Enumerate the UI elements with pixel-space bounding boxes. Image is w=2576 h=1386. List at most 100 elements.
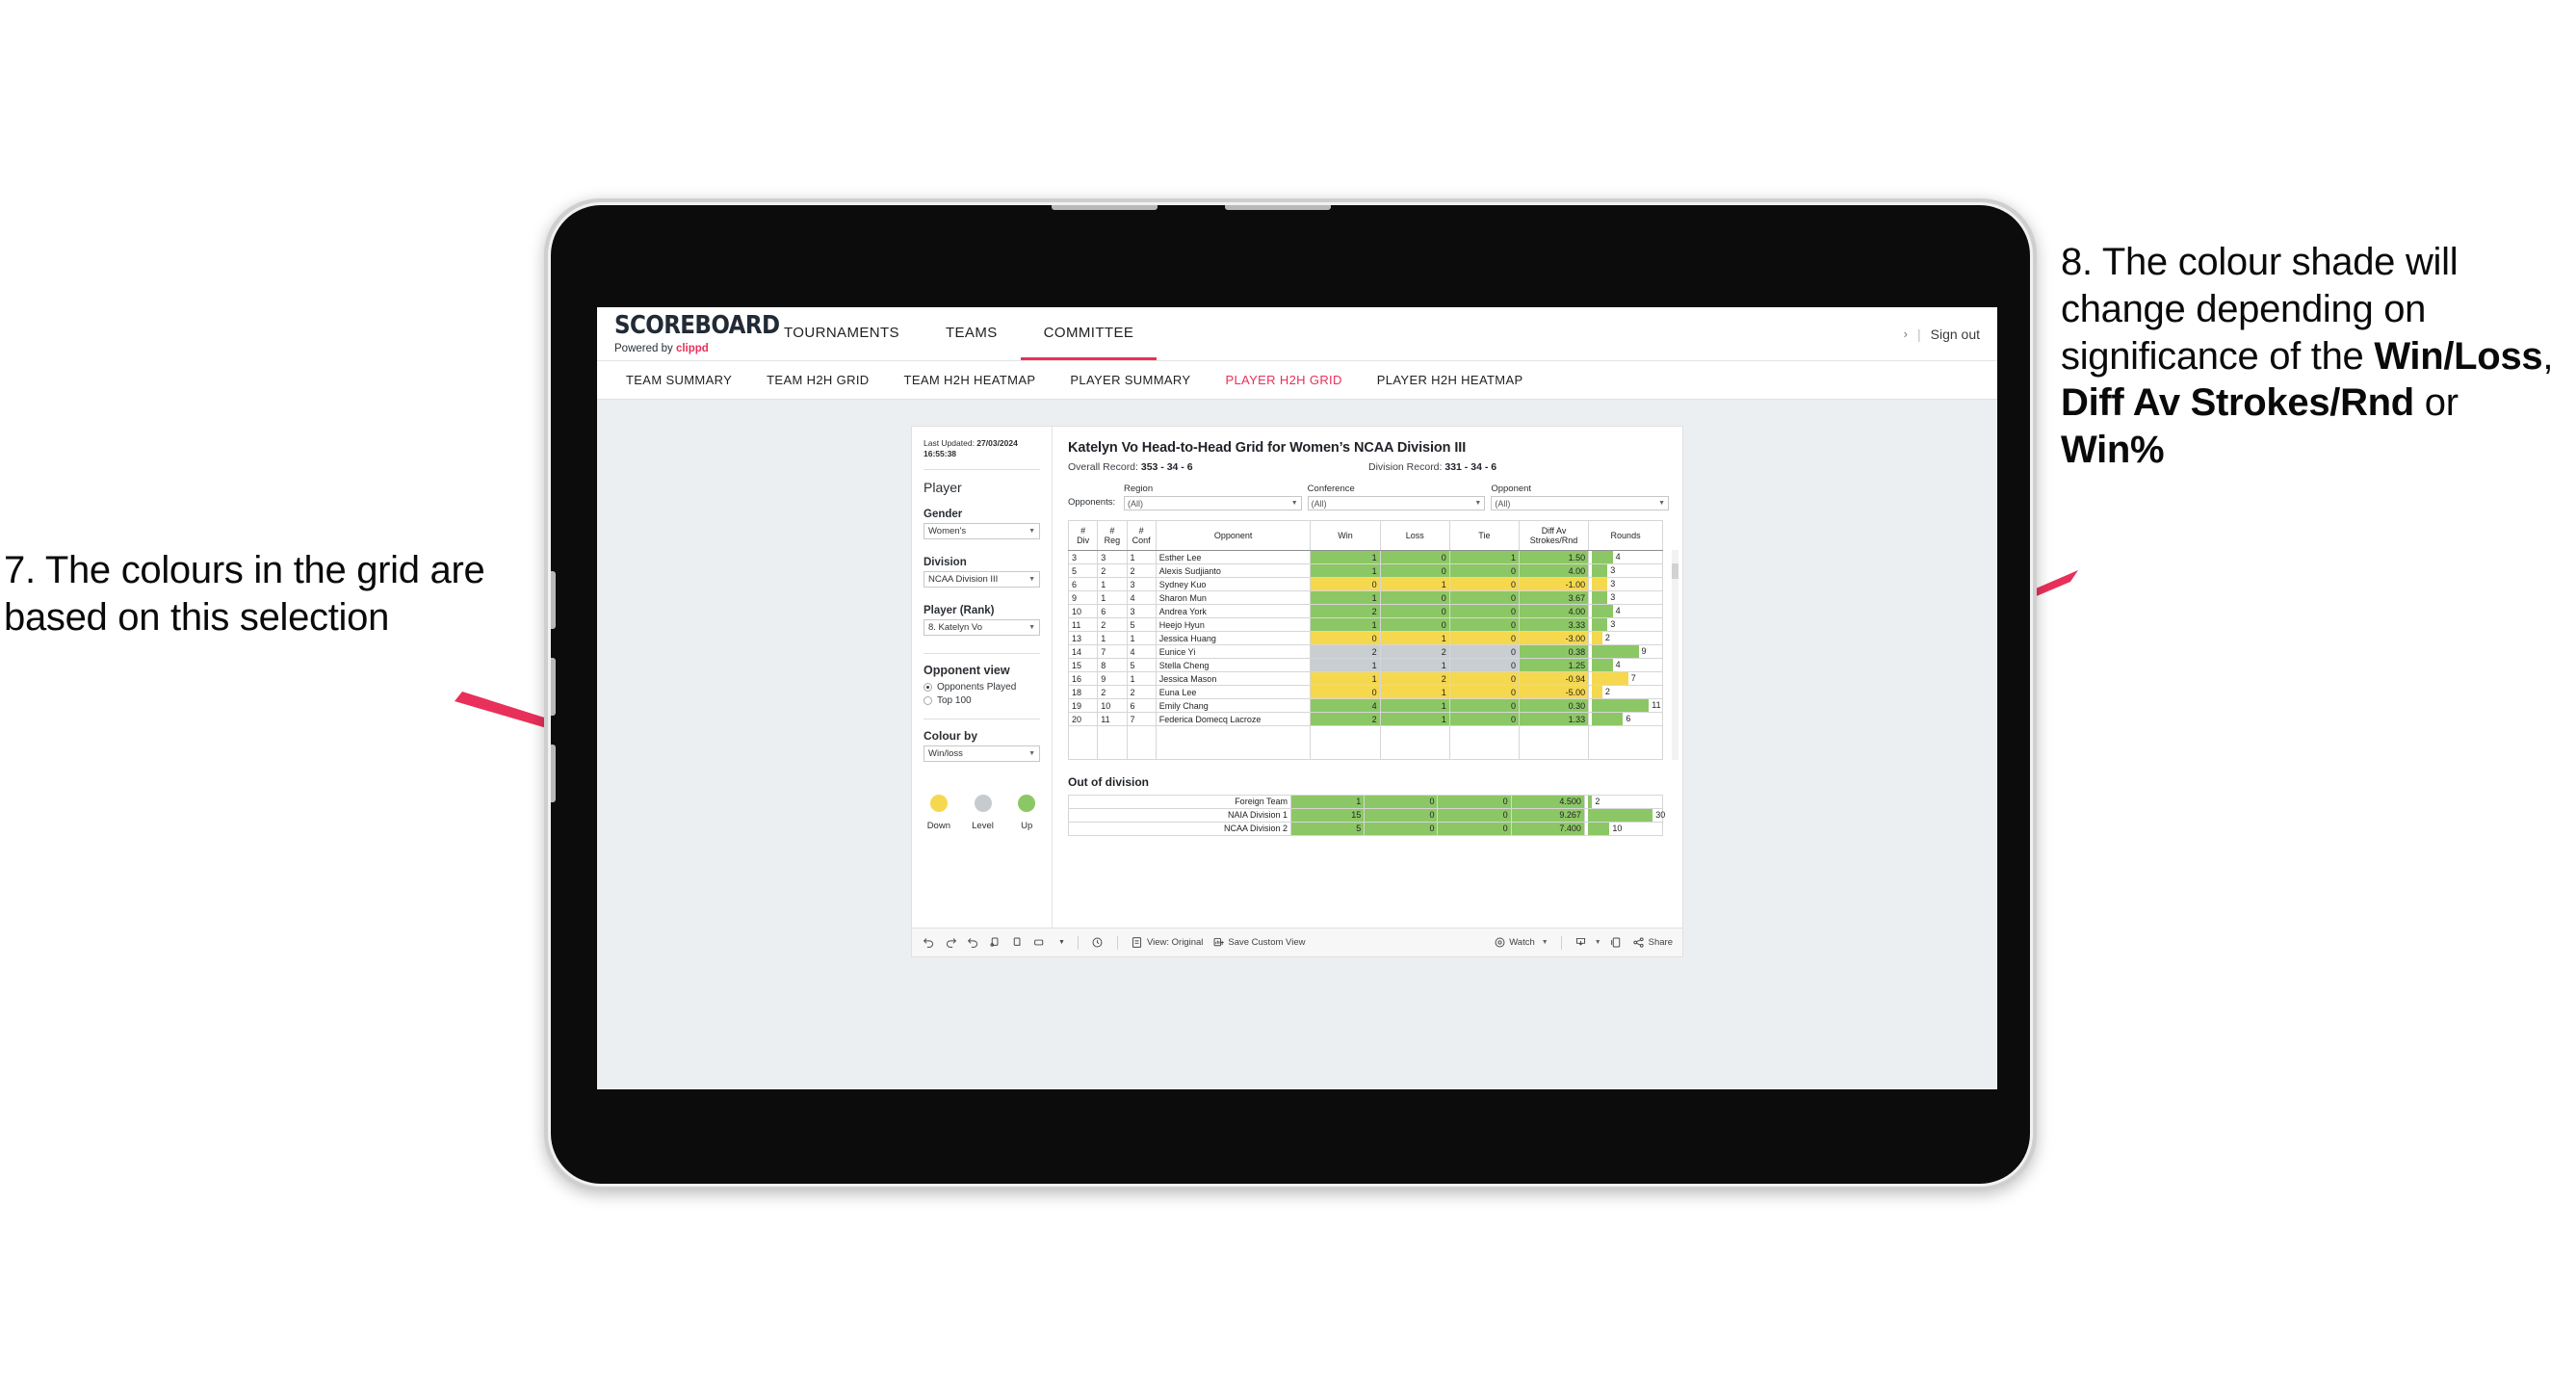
fullscreen-icon[interactable] — [1610, 936, 1624, 950]
clock-icon[interactable] — [1091, 936, 1105, 950]
col-diff: Diff Av Strokes/Rnd — [1518, 520, 1590, 551]
filter-conference-select[interactable]: (All) ▼ — [1307, 496, 1486, 510]
subnav-item-player-summary[interactable]: PLAYER SUMMARY — [1053, 373, 1208, 387]
table-row[interactable]: 10 6 3 Andrea York 2 0 0 4.00 4 — [1067, 604, 1663, 618]
toolbar-divider-2 — [1116, 935, 1118, 950]
subnav-item-team-h2h-grid[interactable]: TEAM H2H GRID — [749, 373, 886, 387]
division-select[interactable]: NCAA Division III ▼ — [924, 570, 1040, 588]
filter-conference-label: Conference — [1307, 484, 1355, 494]
cell-diff: 0.38 — [1518, 644, 1590, 659]
table-row[interactable]: Foreign Team 1 0 0 4.500 2 — [1067, 794, 1664, 809]
save-custom-view-button[interactable]: Save Custom View — [1211, 936, 1305, 950]
cell-loss: 1 — [1379, 698, 1450, 713]
colour-by-select[interactable]: Win/loss ▼ — [924, 745, 1040, 762]
table-row[interactable]: 20 11 7 Federica Domecq Lacroze 2 1 0 1.33 6 — [1067, 712, 1663, 726]
pause-icon[interactable] — [1010, 936, 1024, 950]
rounds-bar-cell: 3 — [1592, 591, 1659, 604]
subnav-item-player-h2h-grid[interactable]: PLAYER H2H GRID — [1208, 373, 1359, 387]
cell-div: 15 — [1067, 658, 1099, 672]
cell-rounds: 4 — [1588, 604, 1663, 618]
device-button-top-1 — [1052, 205, 1158, 210]
table-row[interactable]: 18 2 2 Euna Lee 0 1 0 -5.00 2 — [1067, 685, 1663, 699]
table-row[interactable]: 14 7 4 Eunice Yi 2 2 0 0.38 9 — [1067, 644, 1663, 659]
table-row[interactable]: 19 10 6 Emily Chang 4 1 0 0.30 11 — [1067, 698, 1663, 713]
cell-conf: 1 — [1126, 550, 1157, 564]
table-row[interactable]: 9 1 4 Sharon Mun 1 0 0 3.67 3 — [1067, 590, 1663, 605]
cell-conf: 7 — [1126, 712, 1157, 726]
cell-opponent: Sharon Mun — [1155, 590, 1312, 605]
opponents-label: Opponents: — [1068, 497, 1116, 508]
watch-button[interactable]: Watch ▼ — [1493, 936, 1548, 950]
table-row[interactable]: 11 2 5 Heejo Hyun 1 0 0 3.33 3 — [1067, 617, 1663, 632]
cell-tie: 0 — [1448, 590, 1520, 605]
view-original-button[interactable]: View: Original — [1131, 936, 1203, 950]
empty-cell — [1448, 726, 1520, 760]
annotation-8-sep2: or — [2413, 381, 2459, 425]
rounds-value: 3 — [1610, 619, 1616, 629]
redo-icon[interactable] — [944, 936, 957, 950]
table-row[interactable]: NAIA Division 1 15 0 0 9.267 30 — [1067, 807, 1665, 823]
toolbar-divider-3 — [1560, 935, 1562, 950]
filter-opponent-select[interactable]: (All) ▼ — [1491, 496, 1670, 510]
rounds-value: 2 — [1604, 633, 1610, 642]
table-row[interactable]: NCAA Division 2 5 0 0 7.400 10 — [1067, 821, 1664, 836]
filter-opponent: Opponent (All) ▼ — [1491, 484, 1670, 510]
share-button[interactable]: Share — [1632, 936, 1673, 950]
refresh-icon[interactable] — [988, 936, 1002, 950]
table-row[interactable]: 6 1 3 Sydney Kuo 0 1 0 -1.00 3 — [1067, 577, 1663, 591]
cell-div: 20 — [1067, 712, 1099, 726]
gender-select[interactable]: Women's ▼ — [924, 522, 1040, 539]
download-button[interactable]: ▼ — [1574, 936, 1601, 950]
table-row[interactable]: 3 3 1 Esther Lee 1 0 1 1.50 4 — [1067, 550, 1663, 564]
rounds-bar — [1592, 618, 1608, 631]
cell-opponent: Jessica Huang — [1155, 631, 1312, 645]
brand-logo[interactable]: SCOREBOARD Powered by clippd — [597, 307, 780, 360]
nav-item-teams[interactable]: TEAMS — [923, 307, 1021, 360]
table-row[interactable]: 5 2 2 Alexis Sudjianto 1 0 0 4.00 3 — [1067, 563, 1663, 578]
table-row[interactable]: 16 9 1 Jessica Mason 1 2 0 -0.94 7 — [1067, 671, 1663, 686]
nav-item-committee[interactable]: COMMITTEE — [1020, 307, 1158, 360]
col-conf: # Conf — [1126, 520, 1157, 551]
grid-scrollbar-thumb[interactable] — [1672, 563, 1678, 579]
filter-region-select[interactable]: (All) ▼ — [1124, 496, 1302, 510]
cell-win: 0 — [1310, 685, 1381, 699]
empty-cell — [1097, 726, 1128, 760]
cell-tie: 0 — [1448, 698, 1520, 713]
rounds-bar — [1592, 632, 1602, 644]
cell-rounds: 6 — [1588, 712, 1663, 726]
chevron-right-icon[interactable]: › — [1904, 327, 1908, 341]
table-row[interactable]: 13 1 1 Jessica Huang 0 1 0 -3.00 2 — [1067, 631, 1663, 645]
cell-tie: 0 — [1437, 821, 1512, 836]
layout-icon[interactable] — [1032, 936, 1046, 950]
player-rank-select[interactable]: 8. Katelyn Vo ▼ — [924, 618, 1040, 636]
device-button-top-2 — [1225, 205, 1331, 210]
chevron-down-icon[interactable]: ▼ — [1058, 939, 1065, 946]
cell-rounds: 2 — [1588, 685, 1663, 699]
cell-tie: 0 — [1437, 807, 1512, 823]
rounds-value: 4 — [1615, 606, 1621, 615]
subnav-item-team-summary[interactable]: TEAM SUMMARY — [609, 373, 749, 387]
grid-scrollbar[interactable] — [1672, 550, 1678, 760]
overall-record: Overall Record: 353 - 34 - 6 — [1068, 461, 1368, 473]
nav-item-tournaments[interactable]: TOURNAMENTS — [761, 307, 923, 360]
cell-win: 5 — [1290, 821, 1366, 836]
cell-loss: 0 — [1364, 821, 1439, 836]
rounds-bar-cell: 3 — [1592, 578, 1659, 590]
col-div-line1: # — [1080, 525, 1086, 536]
grid-empty-table — [1067, 726, 1663, 760]
subnav-item-team-h2h-heatmap[interactable]: TEAM H2H HEATMAP — [887, 373, 1054, 387]
filters-sidebar: Last Updated: 27/03/2024 16:55:38 Player… — [912, 427, 1053, 928]
subnav-item-player-h2h-heatmap[interactable]: PLAYER H2H HEATMAP — [1360, 373, 1541, 387]
radio-top-100[interactable]: Top 100 — [924, 695, 1040, 706]
out-of-division-table: Foreign Team 1 0 0 4.500 2 NAIA Division 1 15 0 0… — [1067, 794, 1665, 836]
last-updated-text: Last Updated: 27/03/2024 16:55:38 — [924, 438, 1040, 460]
radio-icon-selected — [924, 682, 932, 692]
revert-icon[interactable] — [966, 936, 979, 950]
table-row[interactable]: 15 8 5 Stella Cheng 1 1 0 1.25 4 — [1067, 658, 1663, 672]
filter-opponent-value: (All) — [1495, 498, 1511, 509]
radio-opponents-played[interactable]: Opponents Played — [924, 682, 1040, 693]
cell-tie: 0 — [1448, 685, 1520, 699]
sign-out-link[interactable]: Sign out — [1931, 327, 1980, 342]
undo-icon[interactable] — [922, 936, 935, 950]
rounds-value: 3 — [1610, 579, 1616, 588]
